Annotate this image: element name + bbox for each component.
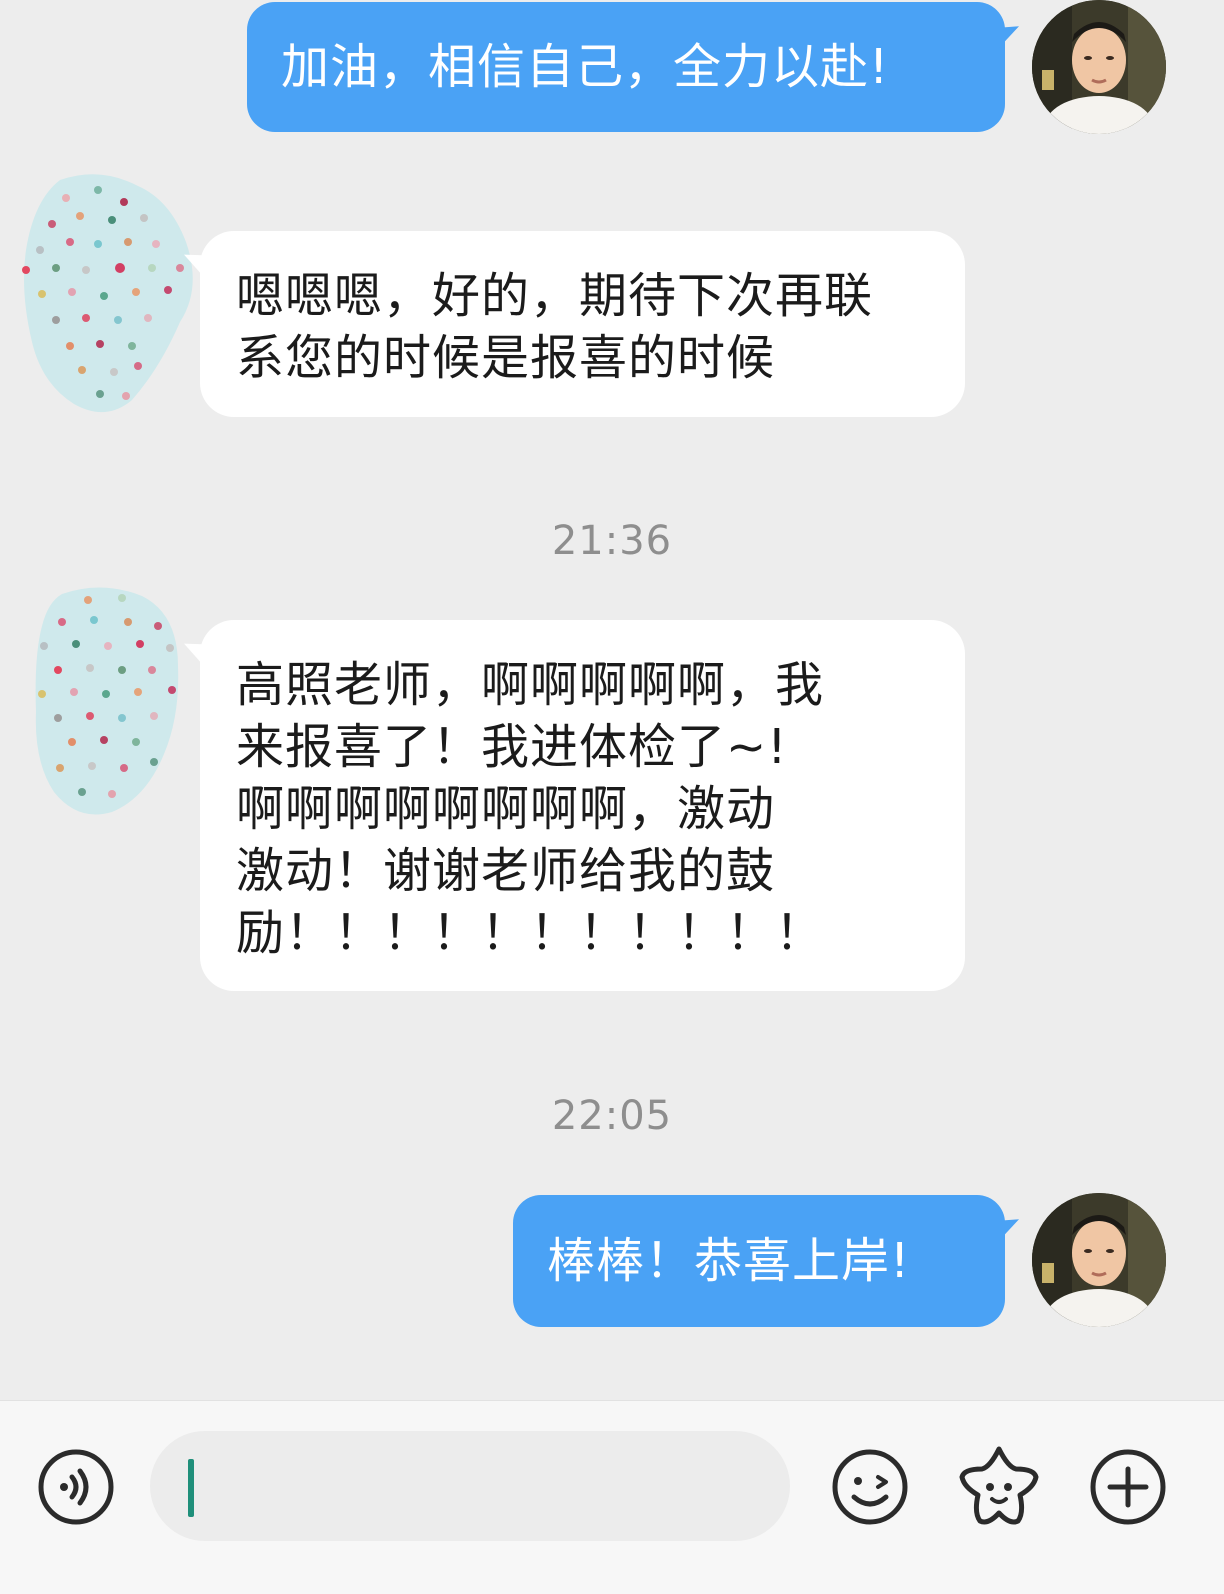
timestamp: 21:36	[551, 518, 673, 564]
message-bubble-outgoing[interactable]: 加油，相信自己，全力以赴!	[247, 2, 1005, 132]
message-text: 棒棒！恭喜上岸!	[547, 1233, 911, 1289]
message-bubble-incoming[interactable]: 嗯嗯嗯，好的，期待下次再联 系您的时候是报喜的时候	[200, 231, 965, 417]
sticker-button[interactable]	[956, 1443, 1042, 1529]
more-button[interactable]	[1088, 1447, 1168, 1527]
message-text: 高照老师，啊啊啊啊啊，我 来报喜了！我进体检了~! 啊啊啊啊啊啊啊啊，激动 激动…	[236, 657, 825, 961]
input-bar	[0, 1400, 1224, 1594]
message-bubble-outgoing[interactable]: 棒棒！恭喜上岸!	[513, 1195, 1005, 1327]
voice-icon	[38, 1449, 114, 1525]
my-avatar[interactable]	[1032, 0, 1166, 134]
chat-area[interactable]: 加油，相信自己，全力以赴! 嗯嗯嗯，好的，期待下次再联 系您的时候是报喜的时候 …	[0, 0, 1224, 1400]
message-input[interactable]	[150, 1431, 790, 1541]
emoji-icon	[832, 1449, 908, 1525]
timestamp: 22:05	[551, 1093, 673, 1139]
polka-dot-avatar-icon	[22, 174, 193, 413]
text-caret	[188, 1459, 194, 1517]
plus-icon	[1090, 1449, 1166, 1525]
sticker-icon	[959, 1446, 1039, 1525]
polka-dot-avatar-icon	[35, 587, 179, 815]
avatar-photo-icon	[1032, 0, 1166, 134]
voice-button[interactable]	[36, 1447, 116, 1527]
avatar-photo-icon	[1032, 1193, 1166, 1327]
message-text: 加油，相信自己，全力以赴!	[281, 39, 890, 95]
message-bubble-incoming[interactable]: 高照老师，啊啊啊啊啊，我 来报喜了！我进体检了~! 啊啊啊啊啊啊啊啊，激动 激动…	[200, 620, 965, 991]
message-text: 嗯嗯嗯，好的，期待下次再联 系您的时候是报喜的时候	[236, 268, 874, 386]
emoji-button[interactable]	[830, 1447, 910, 1527]
my-avatar[interactable]	[1032, 1193, 1166, 1327]
contact-avatar[interactable]	[32, 586, 182, 816]
contact-avatar[interactable]	[20, 172, 196, 414]
